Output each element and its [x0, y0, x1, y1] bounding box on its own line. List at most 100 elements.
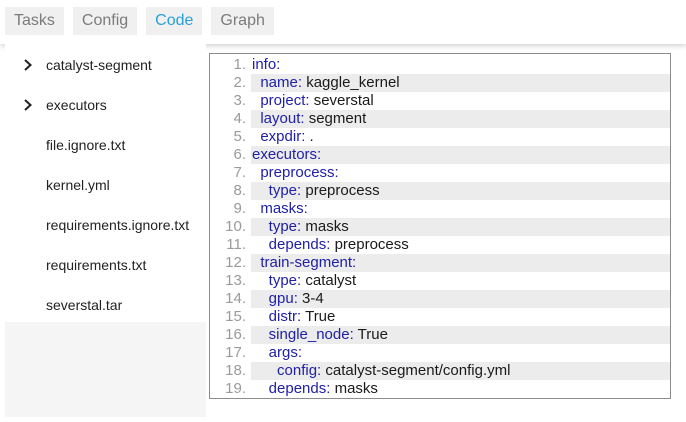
yaml-value: kaggle_kernel: [302, 74, 400, 91]
line-number: 6.: [233, 146, 246, 163]
sidebar-item-label: kernel.yml: [46, 177, 110, 193]
line-number: 10.: [225, 218, 246, 235]
yaml-key: preprocess:: [260, 164, 339, 181]
sidebar-item[interactable]: file.ignore.txt: [5, 125, 206, 165]
line-number: 7.: [233, 164, 246, 181]
line-number: 4.: [233, 110, 246, 127]
yaml-value: catalyst-segment/config.yml: [321, 362, 511, 379]
code-text: preprocess:: [252, 164, 339, 182]
code-line: 15. distr: True: [210, 308, 670, 326]
line-number: 13.: [225, 272, 246, 289]
yaml-key: name:: [260, 74, 303, 91]
code-line: 16. single_node: True: [210, 326, 670, 344]
yaml-key: executors:: [252, 146, 322, 163]
yaml-key: args:: [268, 344, 303, 361]
line-number: 9.: [233, 200, 246, 217]
line-number: 18.: [225, 362, 246, 379]
code-text: masks:: [252, 200, 308, 218]
code-line: 12. train-segment:: [210, 254, 670, 272]
code-text: info:: [252, 56, 280, 74]
code-line: 1. info:: [210, 56, 670, 74]
yaml-value: masks: [330, 380, 378, 397]
sidebar-item[interactable]: executors: [5, 85, 206, 125]
tab-graph[interactable]: Graph: [211, 7, 274, 35]
code-text: single_node: True: [252, 326, 388, 344]
sidebar-item[interactable]: catalyst-segment: [5, 45, 206, 85]
tab-code[interactable]: Code: [146, 7, 203, 35]
yaml-key: layout:: [260, 110, 305, 127]
yaml-value: 3-4: [297, 290, 324, 307]
yaml-key: type:: [268, 182, 302, 199]
line-number: 12.: [225, 254, 246, 271]
code-viewer[interactable]: 1. info: 2. name: kaggle_kernel 3. project:…: [209, 53, 671, 399]
line-number: 16.: [225, 326, 246, 343]
chevron-right-icon[interactable]: [21, 98, 35, 112]
line-number: 8.: [233, 182, 246, 199]
yaml-value: True: [353, 326, 388, 343]
yaml-key: config:: [277, 362, 322, 379]
yaml-value: segment: [304, 110, 367, 127]
sidebar-item[interactable]: kernel.yml: [5, 165, 206, 205]
code-line: 7. preprocess:: [210, 164, 670, 182]
sidebar-item-label: requirements.txt: [46, 257, 147, 273]
sidebar-item-label: file.ignore.txt: [46, 137, 126, 153]
yaml-key: expdir:: [260, 128, 306, 145]
app-root: { "tabs": [ {"label": "Tasks", "active":…: [0, 0, 686, 422]
code-text: expdir: .: [252, 128, 313, 146]
yaml-key: project:: [260, 92, 310, 109]
yaml-key: type:: [268, 218, 302, 235]
sidebar-item-label: catalyst-segment: [46, 57, 152, 73]
sidebar-item-label: requirements.ignore.txt: [46, 217, 190, 233]
yaml-value: masks: [301, 218, 349, 235]
sidebar-item[interactable]: requirements.txt: [5, 245, 206, 285]
sidebar-item[interactable]: requirements.ignore.txt: [5, 205, 206, 245]
line-number: 3.: [233, 92, 246, 109]
line-number: 17.: [225, 344, 246, 361]
yaml-key: masks:: [260, 200, 308, 217]
code-line: 2. name: kaggle_kernel: [210, 74, 670, 92]
code-line: 11. depends: preprocess: [210, 236, 670, 254]
yaml-key: depends:: [268, 236, 331, 253]
code-text: name: kaggle_kernel: [252, 74, 400, 92]
line-number: 5.: [233, 128, 246, 145]
code-text: executors:: [252, 146, 321, 164]
line-number: 11.: [226, 236, 246, 253]
yaml-key: info:: [252, 56, 281, 73]
line-number: 19.: [225, 380, 246, 397]
code-text: type: catalyst: [252, 272, 357, 290]
code-line: 13. type: catalyst: [210, 272, 670, 290]
line-number: 2.: [233, 74, 246, 91]
sidebar-item[interactable]: severstal.tar: [5, 285, 206, 325]
tab-config[interactable]: Config: [72, 7, 138, 35]
code-line: 4. layout: segment: [210, 110, 670, 128]
code-line: 6. executors:: [210, 146, 670, 164]
file-tree: catalyst-segment executors file.ignore.txt…: [5, 44, 206, 322]
code-line: 17. args:: [210, 344, 670, 362]
code-text: depends: preprocess: [252, 236, 409, 254]
yaml-value: severstal: [309, 92, 374, 109]
top-tab-bar: Tasks Config Code Graph: [0, 0, 686, 44]
yaml-value: catalyst: [301, 272, 357, 289]
yaml-key: depends:: [268, 380, 331, 397]
code-line: 19. depends: masks: [210, 380, 670, 398]
yaml-key: gpu:: [268, 290, 298, 307]
code-line: 10. type: masks: [210, 218, 670, 236]
yaml-key: distr:: [268, 308, 302, 325]
code-text: type: preprocess: [252, 182, 380, 200]
code-text: config: catalyst-segment/config.yml: [252, 362, 510, 380]
code-text: args:: [252, 344, 302, 362]
chevron-right-icon[interactable]: [21, 58, 35, 72]
code-line: 3. project: severstal: [210, 92, 670, 110]
tab-tasks[interactable]: Tasks: [5, 7, 64, 35]
yaml-key: single_node:: [268, 326, 354, 343]
code-text: gpu: 3-4: [252, 290, 324, 308]
line-number: 1.: [233, 56, 246, 73]
code-text: type: masks: [252, 218, 349, 236]
yaml-value: preprocess: [301, 182, 380, 199]
